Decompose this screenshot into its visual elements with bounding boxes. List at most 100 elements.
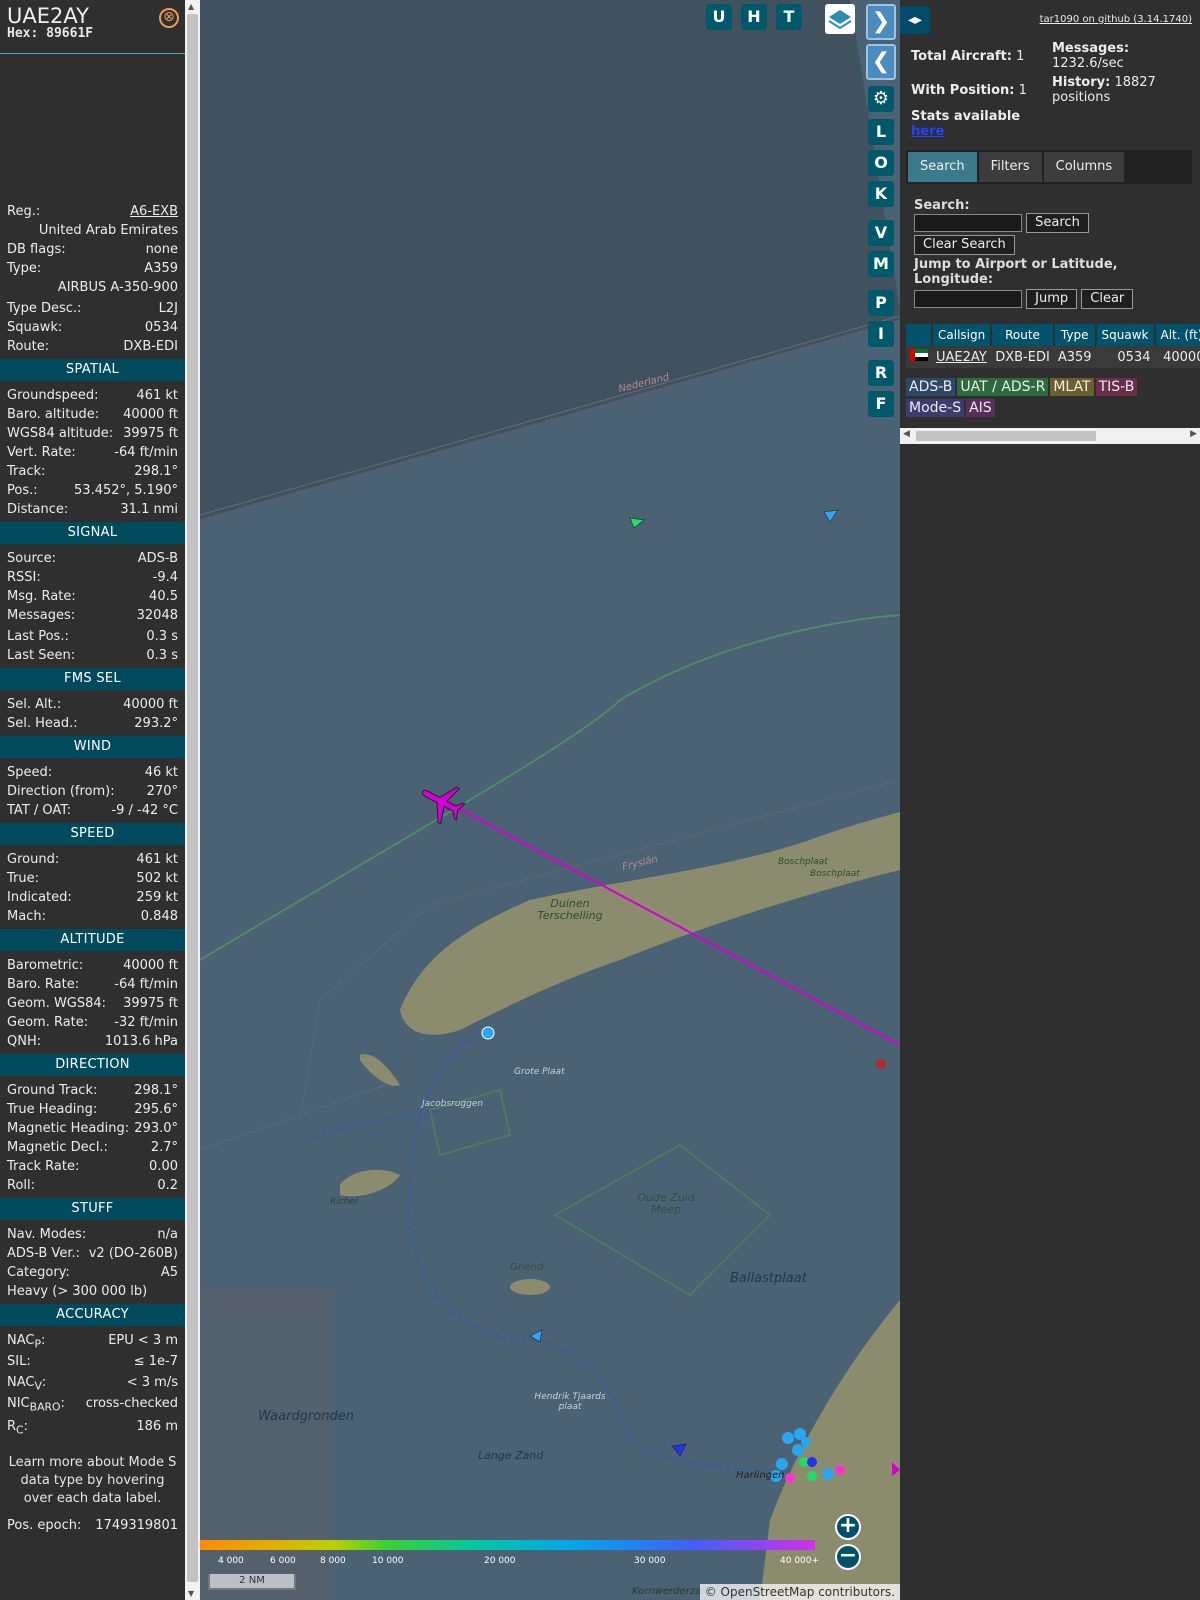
zoom-in-button[interactable]: + xyxy=(835,1514,861,1540)
nacv-label[interactable]: NACV: xyxy=(7,1373,46,1394)
map-button-v[interactable]: V xyxy=(868,220,894,246)
github-link[interactable]: tar1090 on github (3.14.1740) xyxy=(1040,14,1192,25)
aircraft-marker[interactable] xyxy=(629,517,645,529)
fms-label[interactable]: Sel. Alt.: xyxy=(7,695,61,714)
next-aircraft-button[interactable]: ❯ xyxy=(866,4,896,40)
signal-label[interactable]: Messages: xyxy=(7,606,75,625)
fms-label[interactable]: Sel. Head.: xyxy=(7,714,78,733)
registration-link[interactable]: A6-EXB xyxy=(130,202,178,221)
tab-filters[interactable]: Filters xyxy=(978,152,1042,182)
altitude-label[interactable]: Geom. Rate: xyxy=(7,1013,88,1032)
spatial-label[interactable]: Pos.: xyxy=(7,481,38,500)
altitude-label[interactable]: Barometric: xyxy=(7,956,83,975)
speed-label[interactable]: Mach: xyxy=(7,907,46,926)
spatial-label[interactable]: Track: xyxy=(7,462,45,481)
scroll-up-icon[interactable]: ▲ xyxy=(188,2,194,11)
stuff-label[interactable]: Nav. Modes: xyxy=(7,1225,86,1244)
direction-label[interactable]: Magnetic Decl.: xyxy=(7,1138,108,1157)
scrollbar-thumb[interactable] xyxy=(916,431,1096,441)
layers-button[interactable] xyxy=(825,4,855,34)
map-button-u[interactable]: U xyxy=(706,4,732,30)
col-altitude[interactable]: Alt. (ft) xyxy=(1154,324,1200,346)
map-button-k[interactable]: K xyxy=(868,181,894,207)
fms-value: 40000 ft xyxy=(123,697,178,712)
spatial-label[interactable]: Baro. altitude: xyxy=(7,405,99,424)
map-button-h[interactable]: H xyxy=(741,4,767,30)
spatial-label[interactable]: Groundspeed: xyxy=(7,386,98,405)
toggle-sidebar-button[interactable]: ◂▸ xyxy=(900,6,930,34)
clear-search-button[interactable]: Clear Search xyxy=(914,235,1015,255)
stuff-label[interactable]: Category: xyxy=(7,1263,70,1282)
jump-button[interactable]: Jump xyxy=(1026,289,1078,309)
speed-label[interactable]: Indicated: xyxy=(7,888,72,907)
clear-jump-button[interactable]: Clear xyxy=(1081,289,1134,309)
map-button-l[interactable]: L xyxy=(868,119,894,145)
map-button-r[interactable]: R xyxy=(868,360,894,386)
scroll-down-icon[interactable]: ▼ xyxy=(188,1589,194,1598)
map-view[interactable]: Nederland Fryslân Duinen Terschelling Bosch… xyxy=(200,0,900,1600)
aircraft-marker[interactable] xyxy=(671,1443,687,1457)
direction-label[interactable]: Magnetic Heading: xyxy=(7,1119,129,1138)
prev-aircraft-button[interactable]: ❮ xyxy=(866,44,896,80)
row-callsign[interactable]: UAE2AY xyxy=(932,346,992,368)
spatial-label[interactable]: WGS84 altitude: xyxy=(7,424,113,443)
col-route[interactable]: Route xyxy=(991,324,1055,346)
table-row[interactable]: UAE2AY DXB-EDI A359 0534 40000 xyxy=(906,346,1200,368)
direction-label[interactable]: True Heading: xyxy=(7,1100,97,1119)
osm-link[interactable]: OpenStreetMap xyxy=(721,1585,815,1599)
tab-search[interactable]: Search xyxy=(908,152,977,182)
wind-label[interactable]: TAT / OAT: xyxy=(7,801,71,820)
altitude-label[interactable]: Geom. WGS84: xyxy=(7,994,106,1013)
wind-label[interactable]: Speed: xyxy=(7,763,52,782)
speed-label[interactable]: True: xyxy=(7,869,39,888)
map-button-m[interactable]: M xyxy=(868,251,894,277)
direction-label[interactable]: Roll: xyxy=(7,1176,35,1195)
nicbaro-label[interactable]: NICBARO: xyxy=(7,1394,65,1417)
aircraft-marker[interactable] xyxy=(823,509,839,523)
signal-label[interactable]: RSSI: xyxy=(7,568,41,587)
table-horizontal-scrollbar[interactable]: ◀ ▶ xyxy=(900,428,1200,444)
stats-link[interactable]: here xyxy=(911,124,944,139)
sil-label[interactable]: SIL: xyxy=(7,1352,31,1373)
altitude-label[interactable]: Baro. Rate: xyxy=(7,975,79,994)
nacp-label[interactable]: NACP: xyxy=(7,1331,45,1352)
search-input[interactable] xyxy=(914,214,1022,232)
signal-label[interactable]: Source: xyxy=(7,549,56,568)
spatial-label[interactable]: Vert. Rate: xyxy=(7,443,76,462)
selected-aircraft-icon[interactable] xyxy=(413,774,470,830)
settings-gear-icon[interactable]: ⚙ xyxy=(868,86,894,112)
poi-marker[interactable] xyxy=(876,1059,886,1069)
map-button-i[interactable]: I xyxy=(868,321,894,347)
altitude-legend-label: 8 000 xyxy=(320,1556,346,1566)
spatial-label[interactable]: Distance: xyxy=(7,500,68,519)
stuff-label[interactable]: ADS-B Ver.: xyxy=(7,1244,80,1263)
map-button-p[interactable]: P xyxy=(868,290,894,316)
col-squawk[interactable]: Squawk xyxy=(1095,324,1156,346)
signal2-label[interactable]: Last Pos.: xyxy=(7,627,69,646)
jump-input[interactable] xyxy=(914,290,1022,308)
signal2-label[interactable]: Last Seen: xyxy=(7,646,75,665)
scrollbar-thumb[interactable] xyxy=(187,14,198,1582)
col-type[interactable]: Type xyxy=(1053,324,1097,346)
scroll-right-icon[interactable]: ▶ xyxy=(1190,429,1197,439)
close-icon[interactable]: ⊗ xyxy=(159,8,179,28)
speed-label[interactable]: Ground: xyxy=(7,850,59,869)
tab-columns[interactable]: Columns xyxy=(1043,152,1125,182)
rc-label[interactable]: RC: xyxy=(7,1417,28,1440)
vessel-marker[interactable] xyxy=(481,1026,495,1040)
col-callsign[interactable]: Callsign xyxy=(932,324,993,346)
scroll-left-icon[interactable]: ◀ xyxy=(903,429,910,439)
direction-label[interactable]: Track Rate: xyxy=(7,1157,79,1176)
col-flag[interactable] xyxy=(906,324,933,346)
wind-label[interactable]: Direction (from): xyxy=(7,782,115,801)
signal-label[interactable]: Msg. Rate: xyxy=(7,587,76,606)
map-button-t[interactable]: T xyxy=(776,4,802,30)
zoom-out-button[interactable]: − xyxy=(835,1544,861,1570)
map-button-f[interactable]: F xyxy=(868,391,894,417)
map-button-o[interactable]: O xyxy=(868,150,894,176)
search-button[interactable]: Search xyxy=(1026,213,1089,233)
left-panel-scrollbar[interactable]: ▲ ▼ xyxy=(185,0,200,1600)
speed-value: 502 kt xyxy=(136,871,178,886)
direction-label[interactable]: Ground Track: xyxy=(7,1081,97,1100)
altitude-label[interactable]: QNH: xyxy=(7,1032,41,1051)
